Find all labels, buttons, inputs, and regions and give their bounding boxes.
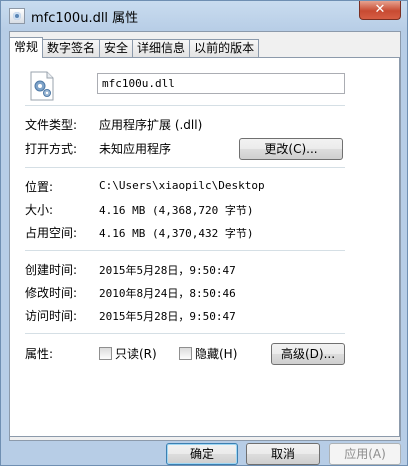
tab-previous-versions[interactable]: 以前的版本 bbox=[189, 39, 260, 57]
advanced-button[interactable]: 高级(D)... bbox=[271, 343, 345, 365]
file-properties-icon bbox=[9, 8, 25, 24]
properties-window: mfc100u.dll 属性 ✕ 常规 数字签名 安全 详细信息 以前的版本 m… bbox=[0, 0, 408, 466]
readonly-checkbox[interactable] bbox=[99, 347, 112, 360]
general-tab-content bbox=[9, 57, 400, 437]
file-type-label: 文件类型: bbox=[25, 118, 78, 132]
tab-digital-signatures[interactable]: 数字签名 bbox=[42, 39, 101, 57]
accessed-value: 2015年5月28日，9:50:47 bbox=[99, 310, 236, 323]
attributes-label: 属性: bbox=[25, 347, 54, 361]
location-value: C:\Users\xiaopilc\Desktop bbox=[99, 179, 265, 192]
opens-with-value: 未知应用程序 bbox=[99, 142, 172, 156]
size-on-disk-value: 4.16 MB (4,370,432 字节) bbox=[99, 227, 254, 240]
size-value: 4.16 MB (4,368,720 字节) bbox=[99, 204, 254, 217]
opens-with-label: 打开方式: bbox=[25, 142, 78, 156]
title-bar[interactable]: mfc100u.dll 属性 ✕ bbox=[1, 1, 407, 31]
tab-details[interactable]: 详细信息 bbox=[132, 39, 191, 57]
window-title: mfc100u.dll 属性 bbox=[31, 11, 139, 26]
readonly-label[interactable]: 只读(R) bbox=[115, 345, 157, 362]
size-on-disk-label: 占用空间: bbox=[25, 226, 78, 240]
cancel-button[interactable]: 取消 bbox=[246, 443, 320, 465]
ok-button[interactable]: 确定 bbox=[166, 443, 238, 465]
file-name-input[interactable]: mfc100u.dll bbox=[97, 73, 345, 94]
location-label: 位置: bbox=[25, 180, 54, 194]
separator bbox=[25, 167, 345, 168]
tab-strip: 常规 数字签名 安全 详细信息 以前的版本 bbox=[9, 37, 260, 58]
separator bbox=[25, 105, 345, 106]
tab-general[interactable]: 常规 bbox=[9, 37, 44, 58]
apply-button[interactable]: 应用(A) bbox=[329, 443, 401, 465]
separator bbox=[25, 250, 345, 251]
hidden-label[interactable]: 隐藏(H) bbox=[195, 345, 237, 362]
modified-label: 修改时间: bbox=[25, 286, 78, 300]
size-label: 大小: bbox=[25, 203, 54, 217]
separator bbox=[25, 333, 345, 334]
file-type-value: 应用程序扩展 (.dll) bbox=[99, 118, 203, 132]
created-value: 2015年5月28日，9:50:47 bbox=[99, 264, 236, 277]
created-label: 创建时间: bbox=[25, 263, 78, 277]
close-button[interactable]: ✕ bbox=[359, 1, 401, 20]
hidden-checkbox[interactable] bbox=[179, 347, 192, 360]
dll-file-icon bbox=[30, 71, 54, 101]
tab-security[interactable]: 安全 bbox=[99, 39, 134, 57]
accessed-label: 访问时间: bbox=[25, 309, 78, 323]
change-button[interactable]: 更改(C)... bbox=[239, 138, 343, 160]
modified-value: 2010年8月24日，8:50:46 bbox=[99, 287, 236, 300]
